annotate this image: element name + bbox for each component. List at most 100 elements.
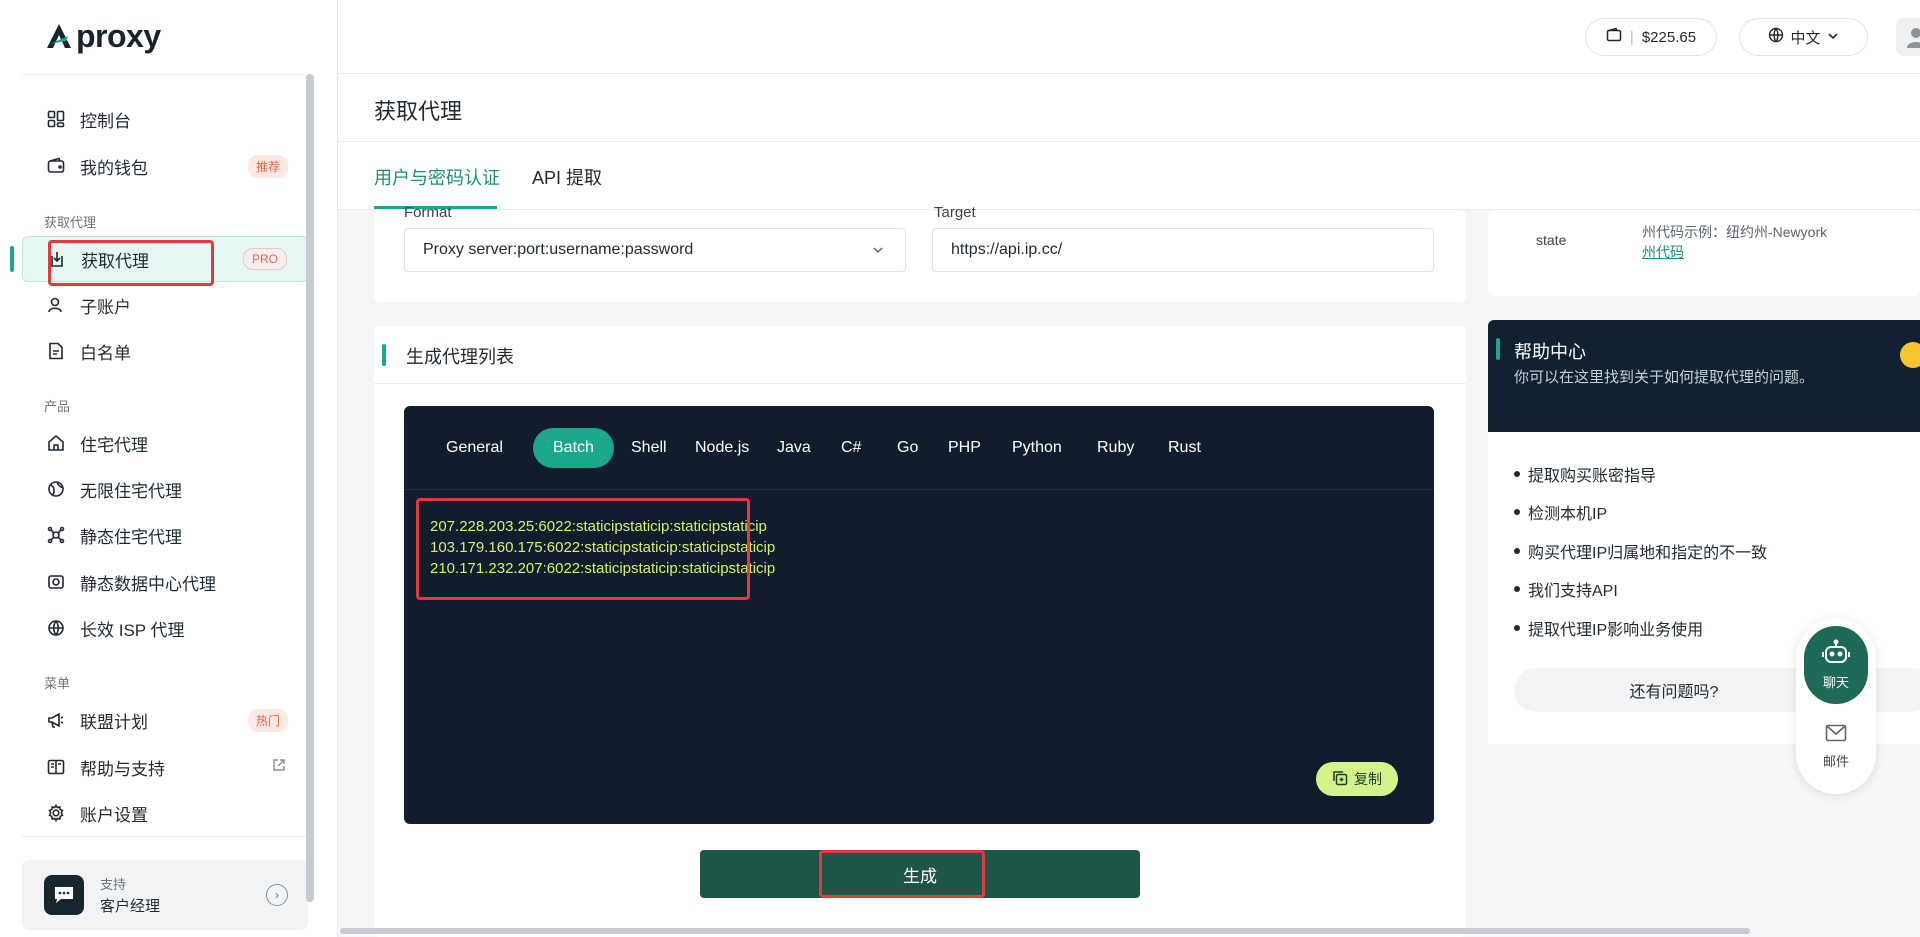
copy-icon [1332,770,1348,789]
code-tab-nodejs[interactable]: Node.js [675,428,769,468]
sidebar-item-wallet[interactable]: 我的钱包 推荐 [22,143,308,189]
sidebar-item-account-settings[interactable]: 账户设置 [22,790,308,836]
help-item-label: 检测本机IP [1528,506,1608,523]
sidebar-item-get-proxy[interactable]: 获取代理 PRO [22,236,308,282]
code-tab-python[interactable]: Python [992,428,1082,468]
state-code-link[interactable]: 州代码 [1642,242,1684,262]
target-input[interactable]: https://api.ip.cc/ [932,228,1434,272]
user-icon [46,295,66,315]
chat-button[interactable]: 聊天 [1804,626,1868,704]
code-tab-general[interactable]: General [426,428,523,468]
sidebar-item-label: 我的钱包 [80,158,148,178]
sidebar-item-unlimited-residential[interactable]: 无限住宅代理 [22,466,308,512]
sidebar-item-residential[interactable]: 住宅代理 [22,420,308,466]
help-item-label: 提取代理IP影响业务使用 [1528,622,1704,639]
section-accent-bar [382,344,386,366]
globe-icon [1768,27,1784,47]
copy-label: 复制 [1354,771,1382,787]
sidebar-item-static-residential[interactable]: 静态住宅代理 [22,512,308,558]
help-center-desc: 你可以在这里找到关于如何提取代理的问题。 [1514,369,1815,386]
sidebar-item-label: 长效 ISP 代理 [80,620,185,640]
mail-button[interactable]: 邮件 [1796,724,1876,770]
help-item-label: 购买代理IP归属地和指定的不一致 [1528,545,1768,562]
code-tab-csharp[interactable]: C# [821,428,881,468]
sidebar-item-affiliate[interactable]: 联盟计划 热门 [22,697,308,743]
proxy-output[interactable]: 207.228.203.25:6022:staticipstaticip:sta… [430,516,775,579]
section-label-menu: 菜单 [44,676,71,691]
support-card[interactable]: 支持 客户经理 › [22,860,308,930]
sidebar: proxy 控制台 我的钱包 推荐 获取代理 获取代理 PRO 子账户 白名单 [0,0,338,937]
help-item[interactable]: 购买代理IP归属地和指定的不一致 [1514,539,1767,563]
code-tab-rust[interactable]: Rust [1148,428,1221,468]
help-item[interactable]: 我们支持API [1514,577,1618,601]
sidebar-item-static-datacenter[interactable]: 静态数据中心代理 [22,559,308,605]
sidebar-item-help[interactable]: 帮助与支持 [22,744,308,790]
section-label-product: 产品 [44,399,71,414]
horizontal-scrollbar[interactable] [340,928,1750,934]
chevron-down-icon [1827,29,1839,46]
generate-button[interactable]: 生成 [700,850,1140,898]
sidebar-item-label: 静态住宅代理 [80,527,182,547]
state-example: 州代码示例：纽约州-Newyork [1642,224,1828,240]
code-panel: General Batch Shell Node.js Java C# Go P… [404,406,1434,824]
sidebar-item-label: 子账户 [80,297,131,317]
code-tab-java[interactable]: Java [757,428,831,468]
bullet-icon [1514,509,1520,515]
gear-icon [46,803,66,823]
proxy-line: 207.228.203.25:6022:staticipstaticip:sta… [430,518,767,535]
sidebar-item-whitelist[interactable]: 白名单 [22,328,308,374]
tab-user-password[interactable]: 用户与密码认证 [374,164,500,190]
code-tab-php[interactable]: PHP [928,428,1001,468]
network-icon [46,525,66,545]
target-value: https://api.ip.cc/ [951,241,1063,258]
page-title: 获取代理 [374,99,463,124]
chat-label: 聊天 [1822,675,1849,690]
bullet-icon [1514,586,1520,592]
sidebar-item-label: 无限住宅代理 [80,481,182,501]
copy-button[interactable]: 复制 [1316,762,1398,796]
external-link-icon [272,757,286,777]
sidebar-item-sub-account[interactable]: 子账户 [22,282,308,328]
hot-badge: 热门 [247,708,288,732]
sidebar-item-label: 住宅代理 [80,435,148,455]
book-icon [46,757,66,777]
download-proxy-icon [47,249,67,269]
code-language-tabs: General Batch Shell Node.js Java C# Go P… [404,406,1434,490]
logo-mark-icon [47,24,71,48]
format-select[interactable]: Proxy server:port:username:password [404,228,906,272]
isp-globe-icon [46,618,66,638]
balance-pill[interactable]: | $225.65 [1585,18,1717,56]
help-item[interactable]: 提取代理IP影响业务使用 [1514,616,1703,640]
help-item-label: 我们支持API [1528,583,1618,600]
code-tab-batch[interactable]: Batch [533,428,614,468]
sidebar-item-label: 获取代理 [81,251,149,271]
app-logo[interactable]: proxy [44,18,161,54]
divider [22,836,307,837]
proxy-list-card: 生成代理列表 General Batch Shell Node.js Java … [374,326,1466,937]
server-icon [46,572,66,592]
auth-tabs: 用户与密码认证 API 提取 [338,142,1920,210]
sun-illustration-icon [1900,342,1920,368]
sidebar-item-dashboard[interactable]: 控制台 [22,96,308,142]
proxy-line: 210.171.232.207:6022:staticipstaticip:st… [430,560,776,577]
help-center-header: 帮助中心 你可以在这里找到关于如何提取代理的问题。 [1488,320,1920,432]
megaphone-icon [46,710,66,730]
sidebar-item-label: 联盟计划 [80,712,148,732]
active-indicator [10,246,14,272]
code-tab-ruby[interactable]: Ruby [1077,428,1154,468]
dashboard-icon [46,109,66,129]
sidebar-item-isp[interactable]: 长效 ISP 代理 [22,605,308,651]
format-label: Format [404,204,452,221]
tab-api-extract[interactable]: API 提取 [532,164,602,190]
language-selector[interactable]: 中文 [1739,18,1868,56]
help-item[interactable]: 提取购买账密指导 [1514,462,1656,486]
globe-icon [46,479,66,499]
user-avatar[interactable] [1896,18,1920,56]
help-item[interactable]: 检测本机IP [1514,500,1607,524]
wallet-icon [46,156,66,176]
sidebar-scrollbar[interactable] [306,74,314,902]
chevron-right-icon[interactable]: › [266,884,288,906]
target-label: Target [934,204,976,221]
bullet-icon [1514,548,1520,554]
format-card: Format Proxy server:port:username:passwo… [374,204,1466,302]
